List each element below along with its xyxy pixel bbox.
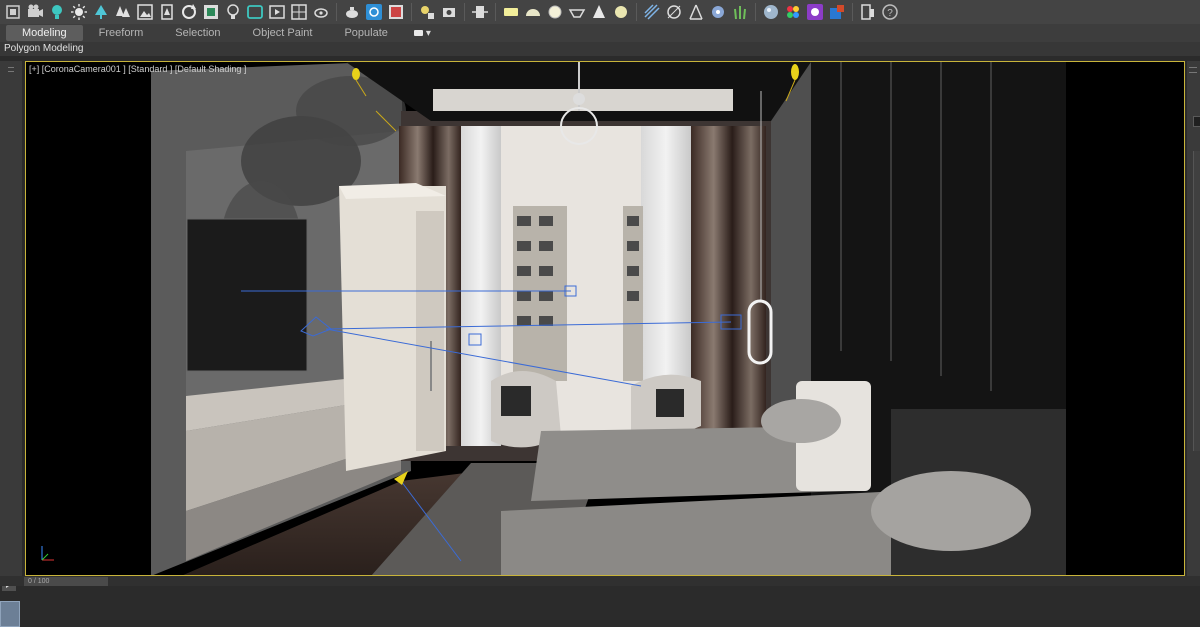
tab-freeform[interactable]: Freeform <box>83 25 160 41</box>
svg-text:?: ? <box>887 8 893 19</box>
toolbar-separator <box>852 3 853 21</box>
toolbar-separator <box>336 3 337 21</box>
refresh-icon[interactable] <box>178 1 200 23</box>
converter-icon[interactable] <box>826 1 848 23</box>
teapot2-icon[interactable] <box>341 1 363 23</box>
camera-icon[interactable] <box>24 1 46 23</box>
panel-field[interactable] <box>1193 116 1200 127</box>
bulb-icon[interactable] <box>222 1 244 23</box>
ribbon-panel-label[interactable]: Polygon Modeling <box>0 42 1200 56</box>
pattern-icon[interactable] <box>641 1 663 23</box>
disk-icon[interactable] <box>544 1 566 23</box>
ribbon-tabs: Modeling Freeform Selection Object Paint… <box>0 24 1200 42</box>
drag-grip-icon[interactable] <box>8 67 14 72</box>
drag-grip-icon[interactable] <box>1189 67 1197 73</box>
light-lister-icon[interactable] <box>416 1 438 23</box>
rendered-bedroom-scene <box>26 62 1184 575</box>
cone-icon[interactable] <box>588 1 610 23</box>
scatter-icon[interactable] <box>707 1 729 23</box>
photo-icon[interactable] <box>134 1 156 23</box>
light-icon[interactable] <box>46 1 68 23</box>
bin-icon[interactable] <box>156 1 178 23</box>
tab-object-paint[interactable]: Object Paint <box>237 25 329 41</box>
save-icon[interactable] <box>200 1 222 23</box>
toolbar-separator <box>411 3 412 21</box>
render-window-icon[interactable] <box>385 1 407 23</box>
time-slider-bar: 0 / 100 <box>0 576 1200 586</box>
toolbar-separator <box>636 3 637 21</box>
camera-correction-icon[interactable] <box>438 1 460 23</box>
grass-icon[interactable] <box>729 1 751 23</box>
viewport-label[interactable]: [+] [CoronaCamera001 ] [Standard ] [Defa… <box>29 64 246 74</box>
render-frame-icon[interactable] <box>266 1 288 23</box>
window-icon[interactable] <box>857 1 879 23</box>
toolbar-separator <box>495 3 496 21</box>
sun-icon[interactable] <box>68 1 90 23</box>
tab-selection[interactable]: Selection <box>159 25 236 41</box>
create-geometry-icon[interactable] <box>2 1 24 23</box>
viewport-thumbnail[interactable] <box>0 601 20 627</box>
chevron-down-icon: ▾ <box>425 27 431 39</box>
frame-icon[interactable] <box>244 1 266 23</box>
teapot-icon[interactable] <box>310 1 332 23</box>
tree-icon[interactable] <box>90 1 112 23</box>
toolbar-separator <box>755 3 756 21</box>
color-picker-icon[interactable] <box>782 1 804 23</box>
bowl-icon[interactable] <box>566 1 588 23</box>
tree2-icon[interactable] <box>112 1 134 23</box>
help-icon[interactable]: ? <box>879 1 901 23</box>
distance-icon[interactable] <box>663 1 685 23</box>
time-slider[interactable]: 0 / 100 <box>24 577 108 586</box>
render-setup-icon[interactable] <box>363 1 385 23</box>
left-sidebar <box>0 61 22 627</box>
camera-viewport[interactable]: [+] [CoronaCamera001 ] [Standard ] [Defa… <box>25 61 1185 576</box>
axis-tripod-icon <box>41 546 54 561</box>
plane-icon[interactable] <box>500 1 522 23</box>
sphere-light-icon[interactable] <box>610 1 632 23</box>
safe-frame-icon[interactable] <box>288 1 310 23</box>
slate-material-icon[interactable] <box>804 1 826 23</box>
main-toolbar: ? <box>0 0 1200 24</box>
dome-icon[interactable] <box>522 1 544 23</box>
material-ball-icon[interactable] <box>760 1 782 23</box>
tripod-icon[interactable] <box>685 1 707 23</box>
command-panel <box>1187 61 1200 586</box>
tab-modeling[interactable]: Modeling <box>6 25 83 41</box>
proxy-icon[interactable] <box>469 1 491 23</box>
ribbon-minimize-icon <box>413 30 423 36</box>
panel-scrollbar[interactable] <box>1193 151 1200 451</box>
tab-populate[interactable]: Populate <box>328 25 403 41</box>
ribbon-options-button[interactable]: ▾ <box>413 27 431 39</box>
toolbar-separator <box>464 3 465 21</box>
